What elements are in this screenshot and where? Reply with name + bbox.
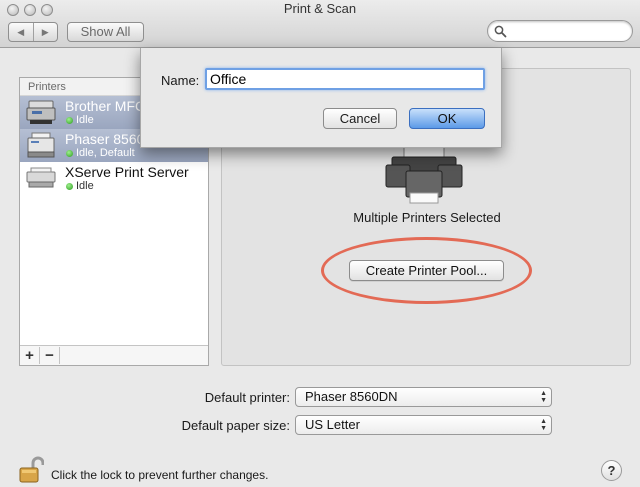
printer-status: Idle [66,114,94,126]
back-forward-buttons: ◀ ▶ [8,22,58,42]
print-server-icon [26,167,56,188]
default-printer-value: Phaser 8560DN [305,389,398,404]
create-printer-pool-button[interactable]: Create Printer Pool... [349,260,504,281]
cancel-button[interactable]: Cancel [323,108,397,129]
name-sheet: Name: Cancel OK [140,48,502,148]
name-label: Name: [161,73,200,88]
laser-printer-icon [27,132,55,158]
printer-name: XServe Print Server [65,164,189,180]
default-paper-size-value: US Letter [305,417,360,432]
status-idle-icon [66,182,73,190]
ok-button[interactable]: OK [409,108,485,129]
remove-printer-button[interactable]: − [40,347,60,364]
window-title: Print & Scan [283,1,357,16]
name-input[interactable] [205,68,485,90]
printer-item-xserve-print-server[interactable]: XServe Print Server Idle [20,162,208,195]
default-printer-select[interactable]: Phaser 8560DN ▲ ▼ [295,387,552,407]
printer-status: Idle, Default [66,147,135,159]
help-button[interactable]: ? [601,460,622,481]
default-printer-label: Default printer: [204,390,290,405]
search-icon [494,25,507,38]
printer-status-text: Idle, Default [76,147,135,159]
multiple-printers-icon [385,147,463,204]
window-titlebar: Print & Scan ◀ ▶ Show All [0,0,640,48]
printer-list-footer: + − [20,345,208,365]
printer-status-text: Idle [76,180,94,192]
add-printer-button[interactable]: + [20,347,40,364]
default-paper-size-label: Default paper size: [181,418,290,433]
forward-button[interactable]: ▶ [34,23,58,41]
printer-status: Idle [66,180,94,192]
mfc-printer-icon [26,100,56,124]
show-all-button[interactable]: Show All [67,22,144,42]
printer-status-text: Idle [76,114,94,126]
default-paper-size-select[interactable]: US Letter ▲ ▼ [295,415,552,435]
multiple-printers-label: Multiple Printers Selected [353,210,501,225]
status-idle-icon [66,116,73,124]
lock-text: Click the lock to prevent further change… [51,468,269,482]
status-idle-icon [66,149,73,157]
popup-arrows-icon: ▲ ▼ [540,418,547,432]
popup-arrows-icon: ▲ ▼ [540,390,547,404]
back-button[interactable]: ◀ [9,23,34,41]
lock-icon[interactable] [18,456,44,484]
search-input[interactable] [487,20,633,42]
